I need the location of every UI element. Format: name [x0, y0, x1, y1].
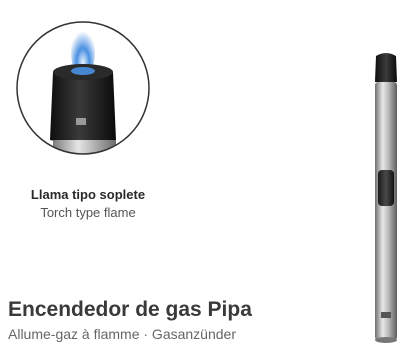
product-title: Encendedor de gas Pipa: [8, 298, 252, 321]
feature-subtitle: Torch type flame: [40, 205, 136, 220]
feature-title: Llama tipo soplete: [30, 187, 146, 202]
product-subtitle: Allume-gaz à flamme · Gasanzünder: [8, 326, 236, 342]
lighter-product-image: [375, 53, 397, 343]
nozzle-detail-image: [16, 21, 150, 155]
